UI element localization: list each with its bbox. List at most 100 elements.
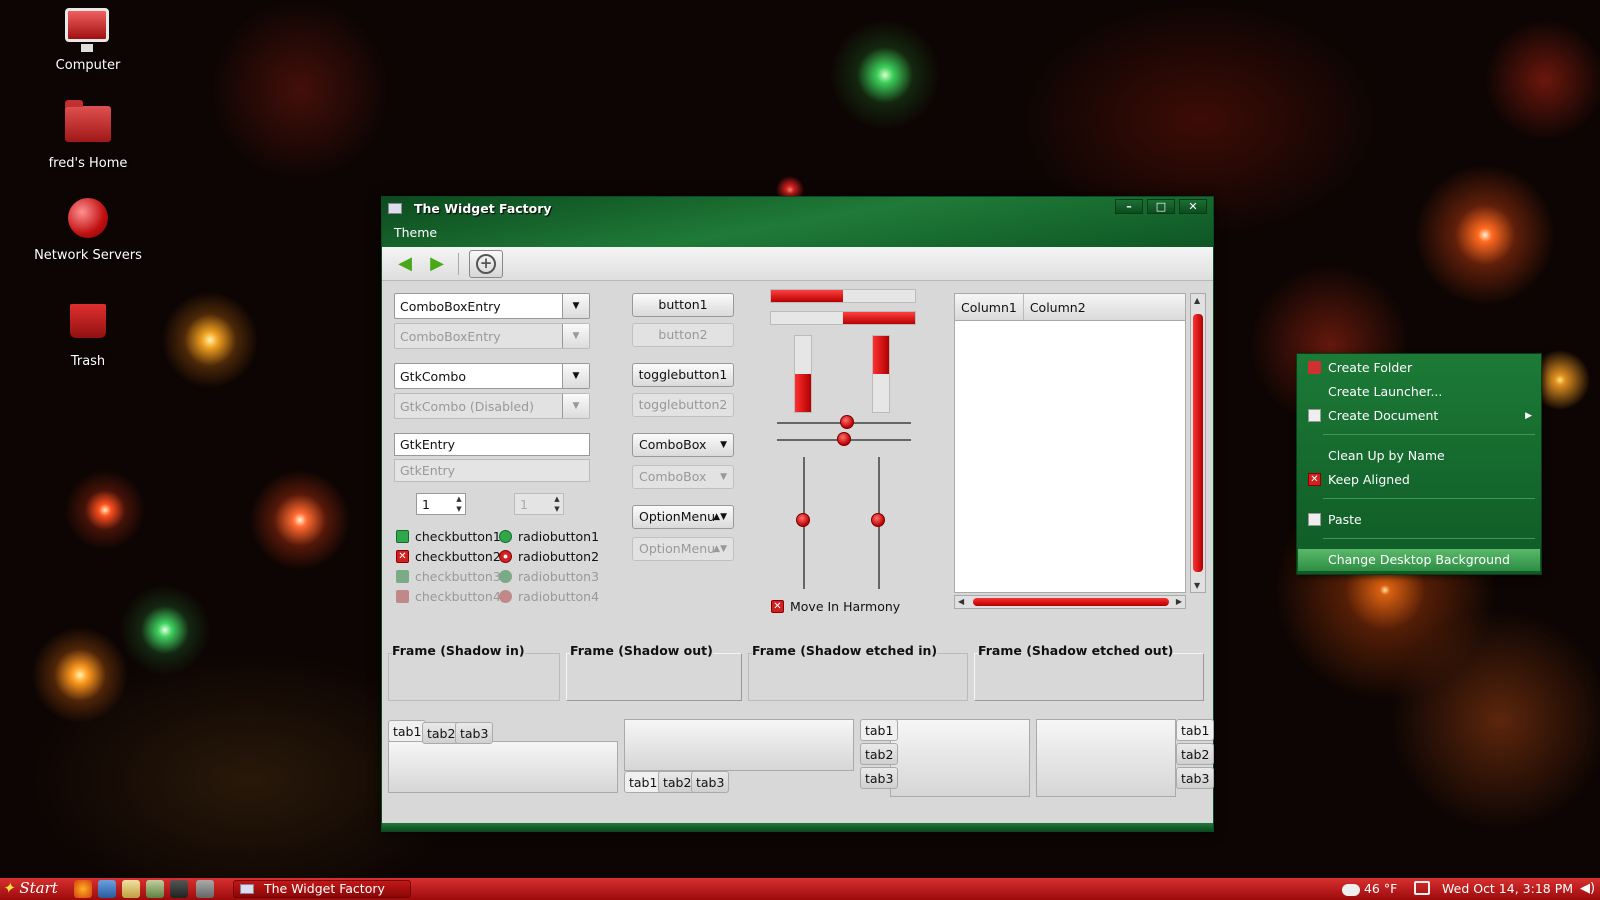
clock[interactable]: Wed Oct 14, 3:18 PM [1442,881,1573,896]
chat-icon[interactable] [146,880,164,898]
firefox-icon[interactable] [74,880,92,898]
radiobutton4: radiobutton4 [499,589,599,604]
column-header-1[interactable]: Column1 [955,294,1024,320]
column-header-2[interactable]: Column2 [1024,294,1185,320]
vertical-scrollbar[interactable]: ▲ ▼ [1190,293,1206,593]
tab-top-3[interactable]: tab3 [455,722,494,744]
trash-icon [65,304,111,350]
button1[interactable]: button1 [632,293,734,317]
radiobutton2[interactable]: radiobutton2 [499,549,599,564]
progress-bar-horizontal-1 [770,289,916,303]
tab-bottom-1[interactable]: tab1 [624,771,663,793]
network-monitor-icon[interactable] [1414,881,1430,895]
desktop-icon-label: fred's Home [48,156,128,171]
tab-left-2[interactable]: tab2 [860,743,899,765]
volume-icon[interactable]: ◀) [1580,881,1595,896]
terminal-icon[interactable] [170,880,188,898]
back-arrow-icon[interactable]: ◀ [394,253,416,274]
tab-right-1[interactable]: tab1 [1176,719,1215,741]
radiobutton1[interactable]: radiobutton1 [499,529,599,544]
computer-icon [65,8,111,54]
combobox[interactable]: ComboBox ▼ [632,433,734,457]
gtkcombo[interactable]: GtkCombo ▼ [394,363,590,389]
start-button[interactable]: ✦ Start [2,879,58,897]
window-bottom-bar [382,823,1213,831]
scroll-right-icon: ▶ [1175,597,1182,606]
checkbutton3: checkbutton3 [396,569,501,584]
minimize-button[interactable]: – [1115,199,1143,214]
menu-item-create-folder[interactable]: Create Folder [1298,357,1540,379]
checkbutton4: checkbutton4 [396,589,501,604]
combobox-disabled: ComboBox ▼ [632,465,734,489]
menu-item-keep-aligned[interactable]: ✕ Keep Aligned [1298,469,1540,491]
desktop-icon-network-servers[interactable]: Network Servers [28,198,148,263]
menu-item-create-launcher[interactable]: Create Launcher... [1298,381,1540,403]
desktop-icon-home[interactable]: fred's Home [28,98,148,171]
chevron-down-icon[interactable]: ▼ [562,294,589,318]
window-title: The Widget Factory [414,201,552,216]
mail-icon[interactable] [98,880,116,898]
folder-icon [1308,361,1321,374]
optionmenu[interactable]: OptionMenu ▲▼ [632,505,734,529]
spin-arrows-icon[interactable]: ▲ ▼ [453,494,465,514]
radiobutton3: radiobutton3 [499,569,599,584]
maximize-button[interactable]: □ [1147,199,1175,214]
desktop-icon-label: Trash [70,354,106,369]
checked-x-icon: ✕ [1308,473,1321,486]
checked-x-icon: ✕ [771,600,784,613]
spin-button[interactable]: 1 ▲ ▼ [416,493,466,515]
tree-view[interactable]: Column1 Column2 [954,293,1186,593]
tab-left-3[interactable]: tab3 [860,767,899,789]
move-in-harmony-check[interactable]: ✕ Move In Harmony [771,599,900,614]
frame-shadow-etched-out: Frame (Shadow etched out) [974,643,1204,701]
add-button[interactable]: + [469,249,503,278]
menu-item-change-background[interactable]: Change Desktop Background [1298,549,1540,571]
home-folder-icon [65,100,111,152]
progress-bar-vertical-1 [794,335,812,413]
tab-left-1[interactable]: tab1 [860,719,899,741]
radio-icon [499,570,512,583]
togglebutton1[interactable]: togglebutton1 [632,363,734,387]
comboboxentry[interactable]: ComboBoxEntry ▼ [394,293,590,319]
horizontal-scrollbar[interactable]: ◀ ▶ [954,595,1186,609]
comboboxentry-disabled: ComboBoxEntry ▼ [394,323,590,349]
progress-bar-horizontal-2 [770,311,916,325]
menu-item-paste[interactable]: Paste [1298,509,1540,531]
close-button[interactable]: ✕ [1179,199,1207,214]
scale-horizontal-1[interactable] [777,415,911,429]
gtk-entry-disabled: GtkEntry [394,459,590,482]
tab-top-1[interactable]: tab1 [388,720,427,742]
notebook-left-page [890,719,1030,797]
chevron-down-icon[interactable]: ▼ [562,364,589,388]
taskbar: ✦ Start The Widget Factory 46 °F Wed Oct… [0,878,1600,900]
submenu-arrow-icon: ▶ [1525,411,1532,421]
gtk-entry[interactable]: GtkEntry [394,433,590,456]
spin-arrows-icon: ▲ ▼ [554,495,560,513]
title-bar[interactable]: The Widget Factory – □ ✕ Theme [382,197,1213,247]
scale-horizontal-2[interactable] [777,432,911,446]
checkbox-icon [396,590,409,603]
screenshot-icon[interactable] [196,880,214,898]
desktop-icon-computer[interactable]: Computer [28,8,148,73]
tab-right-3[interactable]: tab3 [1176,767,1215,789]
scrollbar-thumb [1193,314,1203,572]
weather-widget[interactable]: 46 °F [1342,881,1397,896]
notes-icon[interactable] [122,880,140,898]
taskbar-window-button[interactable]: The Widget Factory [233,880,411,898]
menu-item-clean-up[interactable]: Clean Up by Name [1298,445,1540,467]
scale-vertical-1[interactable] [796,457,810,589]
radio-icon [499,590,512,603]
menu-theme[interactable]: Theme [382,223,449,245]
frame-shadow-out: Frame (Shadow out) [566,643,742,701]
desktop-icon-trash[interactable]: Trash [28,296,148,369]
progress-bar-vertical-2 [872,335,890,413]
checkbutton1[interactable]: checkbutton1 [396,529,501,544]
tab-bottom-3[interactable]: tab3 [691,771,730,793]
checked-x-icon: ✕ [396,550,409,563]
checkbutton2[interactable]: ✕ checkbutton2 [396,549,501,564]
frame-shadow-etched-in: Frame (Shadow etched in) [748,643,968,701]
menu-item-create-document[interactable]: Create Document ▶ [1298,405,1540,427]
forward-arrow-icon[interactable]: ▶ [426,253,448,274]
tab-right-2[interactable]: tab2 [1176,743,1215,765]
scale-vertical-2[interactable] [871,457,885,589]
